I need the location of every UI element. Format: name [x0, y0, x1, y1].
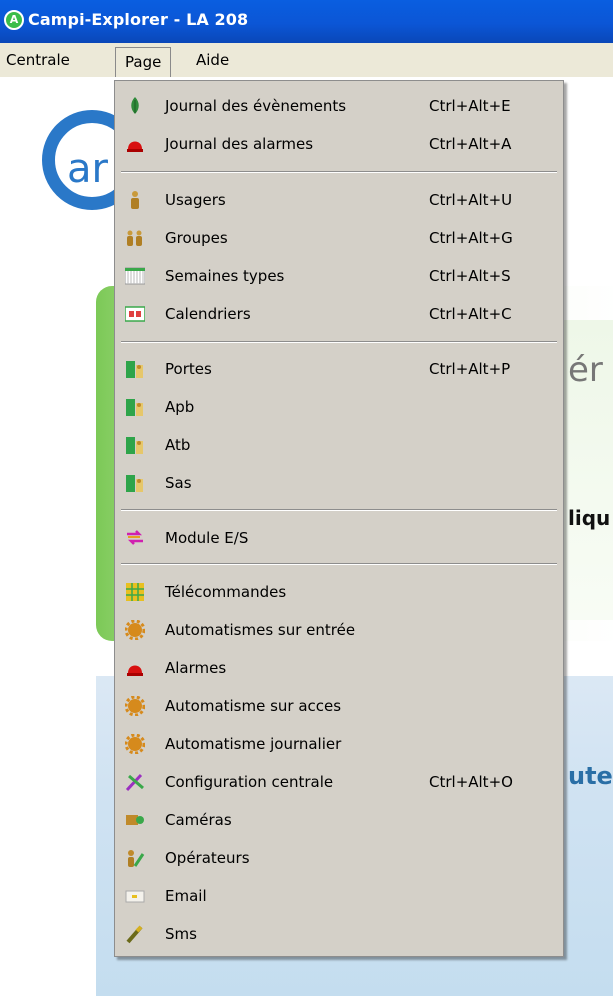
menu-item-label: Portes: [165, 360, 212, 378]
io-module-icon: [127, 530, 143, 545]
calendar-icon: [125, 306, 145, 322]
menu-item-label: Journal des évènements: [165, 97, 347, 115]
menu-separator: [121, 563, 557, 565]
menu-item-email[interactable]: Email: [115, 879, 563, 913]
leaf-icon: [131, 97, 139, 114]
menu-item-label: Télécommandes: [165, 583, 287, 601]
menu-item-shortcut: Ctrl+Alt+S: [429, 267, 511, 285]
menu-item-automatisme-acces[interactable]: Automatisme sur acces: [115, 689, 563, 723]
menu-item-shortcut: Ctrl+Alt+O: [429, 773, 513, 791]
menu-item-sms[interactable]: Sms: [115, 917, 563, 951]
email-icon: [125, 890, 145, 903]
menu-item-configuration-centrale[interactable]: Configuration centrale Ctrl+Alt+O: [115, 765, 563, 799]
menu-item-apb[interactable]: Apb: [115, 390, 563, 424]
menu-item-groupes[interactable]: Groupes Ctrl+Alt+G: [115, 221, 563, 255]
menu-item-label: Module E/S: [165, 529, 249, 547]
menu-item-label: Automatismes sur entrée: [165, 621, 356, 639]
alarm-icon: [127, 141, 143, 152]
app-icon[interactable]: A: [4, 10, 24, 30]
menu-page[interactable]: Page: [115, 47, 172, 77]
operator-icon: [128, 850, 145, 867]
logo-text: ar: [67, 146, 108, 192]
menu-separator: [121, 509, 557, 511]
menu-item-label: Configuration centrale: [165, 773, 334, 791]
alarm-icon: [127, 665, 143, 676]
menu-item-shortcut: Ctrl+Alt+P: [429, 360, 511, 378]
menu-item-cameras[interactable]: Caméras: [115, 803, 563, 837]
menu-item-label: Opérateurs: [165, 849, 250, 867]
door-icon: [126, 361, 143, 378]
config-icon: [125, 773, 144, 792]
menu-item-automatismes-entree[interactable]: Automatismes sur entrée: [115, 613, 563, 647]
menu-item-journal-evenements[interactable]: Journal des évènements Ctrl+Alt+E: [115, 89, 563, 123]
sms-icon: [126, 925, 143, 944]
panel-text-fragment: liqu: [568, 506, 611, 530]
menu-item-telecommandes[interactable]: Télécommandes: [115, 575, 563, 609]
menu-item-label: Alarmes: [165, 659, 227, 677]
menu-item-label: Groupes: [165, 229, 228, 247]
menu-item-module-es[interactable]: Module E/S: [115, 521, 563, 555]
door-icon: [126, 475, 143, 492]
menu-item-shortcut: Ctrl+Alt+A: [429, 135, 512, 153]
menu-item-shortcut: Ctrl+Alt+G: [429, 229, 513, 247]
camera-icon: [126, 815, 144, 825]
menu-item-sas[interactable]: Sas: [115, 466, 563, 500]
menu-item-label: Automatisme journalier: [165, 735, 342, 753]
menu-item-shortcut: Ctrl+Alt+C: [429, 305, 512, 323]
menu-centrale[interactable]: Centrale: [6, 43, 70, 77]
menu-separator: [121, 341, 557, 343]
page-menu-dropdown: Journal des évènements Ctrl+Alt+E Journa…: [114, 80, 564, 957]
menu-item-label: Apb: [165, 398, 195, 416]
door-icon: [126, 399, 143, 416]
gear-icon: [125, 734, 145, 754]
remote-icon: [126, 583, 144, 601]
menu-item-label: Automatisme sur acces: [165, 697, 342, 715]
menu-item-label: Caméras: [165, 811, 232, 829]
menu-item-label: Semaines types: [165, 267, 285, 285]
menu-item-label: Sms: [165, 925, 197, 943]
title-bar: A Campi-Explorer - LA 208: [0, 0, 613, 43]
menu-item-usagers[interactable]: Usagers Ctrl+Alt+U: [115, 183, 563, 217]
menu-item-label: Calendriers: [165, 305, 251, 323]
menu-bar: Centrale Page Aide: [0, 43, 613, 77]
group-icon: [127, 230, 142, 246]
info-heading-fragment: ute: [568, 762, 613, 790]
gear-icon: [125, 696, 145, 716]
window-title: Campi-Explorer - LA 208: [28, 10, 249, 29]
menu-aide[interactable]: Aide: [196, 43, 229, 77]
menu-item-atb[interactable]: Atb: [115, 428, 563, 462]
menu-item-portes[interactable]: Portes Ctrl+Alt+P: [115, 352, 563, 386]
gear-icon: [125, 620, 145, 640]
menu-item-label: Sas: [165, 474, 192, 492]
menu-item-operateurs[interactable]: Opérateurs: [115, 841, 563, 875]
menu-item-automatisme-journalier[interactable]: Automatisme journalier: [115, 727, 563, 761]
menu-separator: [121, 171, 557, 173]
menu-item-semaines-types[interactable]: Semaines types Ctrl+Alt+S: [115, 259, 563, 293]
menu-item-label: Journal des alarmes: [165, 135, 314, 153]
door-icon: [126, 437, 143, 454]
menu-item-shortcut: Ctrl+Alt+U: [429, 191, 513, 209]
user-icon: [131, 191, 139, 209]
menu-item-label: Email: [165, 887, 207, 905]
menu-item-calendriers[interactable]: Calendriers Ctrl+Alt+C: [115, 297, 563, 331]
menu-item-label: Usagers: [165, 191, 226, 209]
panel-heading-fragment: ér: [568, 350, 603, 390]
menu-item-shortcut: Ctrl+Alt+E: [429, 97, 511, 115]
menu-item-journal-alarmes[interactable]: Journal des alarmes Ctrl+Alt+A: [115, 127, 563, 161]
menu-item-label: Atb: [165, 436, 191, 454]
menu-item-alarmes[interactable]: Alarmes: [115, 651, 563, 685]
week-icon: [125, 267, 145, 285]
